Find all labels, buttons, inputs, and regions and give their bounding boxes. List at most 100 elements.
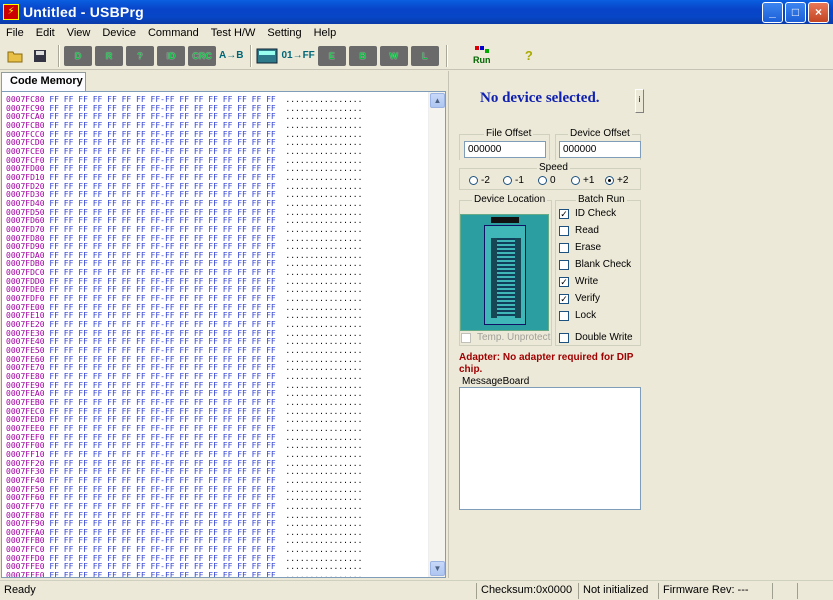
- chip-crc-icon[interactable]: CRC: [188, 45, 216, 66]
- row-bytes: FF FF FF FF FF FF FF FF-FF FF FF FF FF F…: [49, 233, 276, 243]
- speed-radio-minus-1[interactable]: -1: [503, 175, 524, 186]
- row-ascii: ................: [285, 415, 363, 425]
- batch-id-check-checkbox[interactable]: ✓ ID Check: [559, 208, 616, 219]
- batch-item-label: Lock: [575, 310, 597, 321]
- speed-radio-plus-2[interactable]: +2: [605, 175, 628, 186]
- row-address: 0007FE20: [6, 320, 45, 330]
- menu-edit[interactable]: Edit: [30, 27, 61, 39]
- menu-view[interactable]: View: [61, 27, 97, 39]
- row-ascii: ................: [285, 146, 363, 156]
- zif-socket-image: [460, 214, 549, 331]
- window-title: Untitled - USBPrg: [23, 4, 144, 20]
- file-offset-input[interactable]: 000000: [464, 141, 546, 158]
- row-address: 0007FF00: [6, 441, 45, 451]
- row-ascii: ................: [285, 562, 363, 572]
- chip-r-icon[interactable]: R: [95, 45, 123, 66]
- row-address: 0007FEF0: [6, 432, 45, 442]
- help-icon[interactable]: ?: [515, 44, 543, 68]
- row-ascii: ................: [285, 233, 363, 243]
- close-button[interactable]: ×: [808, 2, 829, 23]
- run-icon[interactable]: Run: [452, 44, 512, 68]
- row-ascii: ................: [285, 242, 363, 252]
- chip-d-label: D: [74, 50, 82, 61]
- row-ascii: ................: [285, 519, 363, 529]
- row-ascii: ................: [285, 294, 363, 304]
- row-bytes: FF FF FF FF FF FF FF FF-FF FF FF FF FF F…: [49, 337, 276, 347]
- batch-write-checkbox[interactable]: ✓ Write: [559, 276, 598, 287]
- run-label: Run: [473, 55, 491, 65]
- status-bar: Ready Checksum:0x0000 Not initialized Fi…: [0, 580, 833, 600]
- row-address: 0007FF90: [6, 519, 45, 529]
- batch-blank-check-checkbox[interactable]: Blank Check: [559, 259, 631, 270]
- menu-help[interactable]: Help: [308, 27, 343, 39]
- socket-lever: [491, 217, 519, 223]
- calculator-icon[interactable]: [256, 44, 278, 68]
- row-bytes: FF FF FF FF FF FF FF FF-FF FF FF FF FF F…: [49, 285, 276, 295]
- row-address: 0007FED0: [6, 415, 45, 425]
- menu-file[interactable]: File: [0, 27, 30, 39]
- row-address: 0007FD50: [6, 207, 45, 217]
- vertical-scrollbar[interactable]: ▲ ▼: [428, 92, 445, 577]
- chip-v-icon[interactable]: ?: [126, 45, 154, 66]
- row-address: 0007FD30: [6, 190, 45, 200]
- row-ascii: ................: [285, 276, 363, 286]
- speed-radio-minus-2[interactable]: -2: [469, 175, 490, 186]
- fill-01-ff-icon[interactable]: 01→FF: [281, 44, 314, 68]
- menu-setting[interactable]: Setting: [261, 27, 307, 39]
- chip-b-icon[interactable]: B: [348, 45, 377, 66]
- row-bytes: FF FF FF FF FF FF FF FF-FF FF FF FF FF F…: [49, 389, 276, 399]
- save-disk-icon[interactable]: [29, 44, 51, 68]
- batch-lock-checkbox[interactable]: Lock: [559, 310, 596, 321]
- chip-e-icon[interactable]: E: [317, 45, 346, 66]
- row-bytes: FF FF FF FF FF FF FF FF-FF FF FF FF FF F…: [49, 553, 276, 563]
- status-ready: Ready: [4, 584, 36, 596]
- speed-radio-0[interactable]: 0: [538, 175, 556, 186]
- maximize-button[interactable]: □: [785, 2, 806, 23]
- batch-erase-checkbox[interactable]: Erase: [559, 242, 601, 253]
- row-address: 0007FD10: [6, 172, 45, 182]
- menu-device[interactable]: Device: [96, 27, 142, 39]
- chip-w-icon[interactable]: W: [379, 45, 408, 66]
- menu-test-hw[interactable]: Test H/W: [205, 27, 262, 39]
- message-board[interactable]: [459, 387, 641, 510]
- row-address: 0007FDE0: [6, 285, 45, 295]
- row-address: 0007FF10: [6, 449, 45, 459]
- tab-strip: Code Memory: [0, 71, 448, 91]
- row-bytes: FF FF FF FF FF FF FF FF-FF FF FF FF FF F…: [49, 294, 276, 304]
- row-bytes: FF FF FF FF FF FF FF FF-FF FF FF FF FF F…: [49, 311, 276, 321]
- chip-l-icon[interactable]: L: [410, 45, 439, 66]
- row-bytes: FF FF FF FF FF FF FF FF-FF FF FF FF FF F…: [49, 190, 276, 200]
- row-address: 0007FD80: [6, 233, 45, 243]
- open-folder-icon[interactable]: [4, 44, 26, 68]
- minimize-button[interactable]: _: [762, 2, 783, 23]
- code-memory-view[interactable]: 0007FC80 FF FF FF FF FF FF FF FF-FF FF F…: [1, 91, 446, 578]
- tab-code-memory[interactable]: Code Memory: [1, 72, 86, 91]
- row-address: 0007FCB0: [6, 120, 45, 130]
- scroll-down-button[interactable]: ▼: [430, 561, 445, 576]
- chip-d-icon[interactable]: D: [64, 45, 92, 66]
- device-info-button[interactable]: i: [635, 89, 644, 113]
- row-bytes: FF FF FF FF FF FF FF FF-FF FF FF FF FF F…: [49, 346, 276, 356]
- row-bytes: FF FF FF FF FF FF FF FF-FF FF FF FF FF F…: [49, 95, 276, 104]
- row-ascii: ................: [285, 467, 363, 477]
- batch-verify-checkbox[interactable]: ✓ Verify: [559, 293, 600, 304]
- speed-radio-plus-1[interactable]: +1: [571, 175, 594, 186]
- checkbox-box: [559, 259, 569, 270]
- row-bytes: FF FF FF FF FF FF FF FF-FF FF FF FF FF F…: [49, 103, 276, 113]
- temp-unprotect-checkbox[interactable]: Temp. Unprotect: [461, 332, 550, 343]
- device-offset-input[interactable]: 000000: [559, 141, 641, 158]
- speed-option-label: 0: [550, 175, 556, 186]
- scroll-up-button[interactable]: ▲: [430, 93, 445, 108]
- menu-command[interactable]: Command: [142, 27, 205, 39]
- toolbar: D R ? ID CRC A→B 01→FF E B W L Run ?: [0, 42, 833, 70]
- row-ascii: ................: [285, 380, 363, 390]
- row-bytes: FF FF FF FF FF FF FF FF-FF FF FF FF FF F…: [49, 363, 276, 373]
- chip-id-icon[interactable]: ID: [157, 45, 185, 66]
- row-ascii: ................: [285, 302, 363, 312]
- batch-item-label: Verify: [575, 293, 601, 304]
- a-to-b-icon[interactable]: A→B: [219, 44, 243, 68]
- checkbox-box: [559, 242, 569, 253]
- double-write-checkbox[interactable]: Double Write: [559, 332, 633, 343]
- batch-read-checkbox[interactable]: Read: [559, 225, 599, 236]
- row-address: 0007FFA0: [6, 527, 45, 537]
